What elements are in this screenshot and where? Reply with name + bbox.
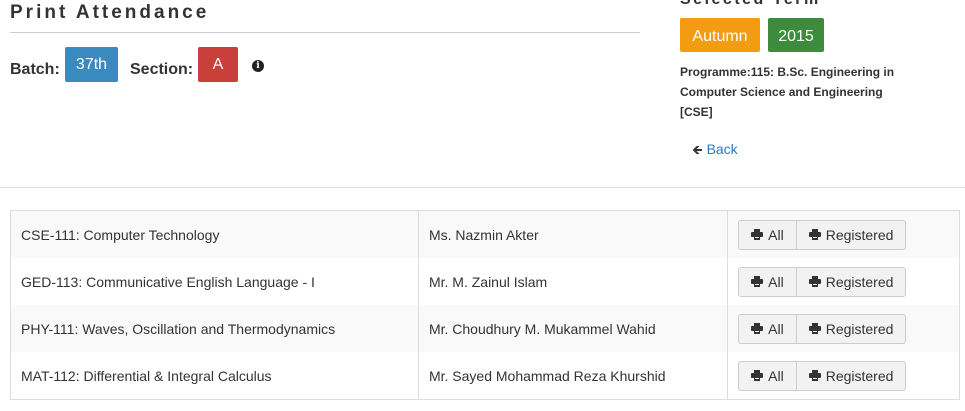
print-actions: All Registered: [727, 352, 960, 400]
print-icon: [808, 368, 826, 384]
batch-label: Batch:: [10, 61, 60, 78]
table-row: CSE-111: Computer Technology Ms. Nazmin A…: [10, 210, 960, 258]
print-icon: [751, 321, 768, 337]
section-label: Section:: [130, 61, 194, 78]
print-all-label: All: [768, 226, 784, 243]
course-table: CSE-111: Computer Technology Ms. Nazmin A…: [10, 210, 960, 400]
course-name: GED-113: Communicative English Language …: [10, 258, 419, 305]
print-icon: [808, 274, 826, 290]
print-icon: [808, 227, 826, 243]
print-registered-label: Registered: [825, 367, 894, 384]
print-button-group: All Registered: [738, 360, 907, 391]
course-name: CSE-111: Computer Technology: [10, 210, 419, 258]
print-all-label: All: [768, 367, 784, 384]
arrow-left-icon: 🡸: [692, 142, 703, 157]
table-row: PHY-111: Waves, Oscillation and Thermody…: [10, 305, 960, 352]
print-button-group: All Registered: [738, 266, 907, 297]
print-icon: [751, 274, 768, 290]
print-all-label: All: [768, 273, 784, 290]
print-registered-label: Registered: [825, 320, 894, 337]
course-name: MAT-112: Differential & Integral Calculu…: [10, 352, 419, 400]
batch-badge: 37th: [65, 47, 118, 82]
teacher-name: Ms. Nazmin Akter: [418, 210, 729, 258]
print-icon: [751, 227, 768, 243]
teacher-name: Mr. Sayed Mohammad Reza Khurshid: [418, 352, 729, 400]
teacher-name: Mr. Choudhury M. Mukammel Wahid: [418, 305, 729, 352]
term-season-badge: Autumn: [680, 18, 760, 52]
print-registered-label: Registered: [825, 226, 894, 243]
course-name: PHY-111: Waves, Oscillation and Thermody…: [10, 305, 419, 352]
back-link[interactable]: 🡸 Back: [692, 141, 738, 163]
print-all-button[interactable]: All: [738, 360, 797, 391]
print-icon: [808, 321, 826, 337]
teacher-name: Mr. M. Zainul Islam: [418, 258, 729, 305]
print-icon: [751, 368, 768, 384]
print-all-button[interactable]: All: [738, 219, 797, 250]
print-actions: All Registered: [727, 210, 960, 258]
table-row: GED-113: Communicative English Language …: [10, 258, 960, 305]
section-divider: [0, 187, 965, 188]
print-all-button[interactable]: All: [738, 313, 797, 344]
print-button-group: All Registered: [738, 313, 907, 344]
print-registered-button[interactable]: Registered: [796, 313, 907, 344]
print-registered-button[interactable]: Registered: [796, 266, 907, 297]
title-divider: [10, 32, 640, 33]
print-actions: All Registered: [727, 305, 960, 352]
info-circle-icon[interactable]: i: [252, 60, 264, 72]
print-registered-button[interactable]: Registered: [796, 360, 907, 391]
print-button-group: All Registered: [738, 219, 907, 250]
print-actions: All Registered: [727, 258, 960, 305]
term-year-badge: 2015: [768, 18, 824, 52]
print-all-button[interactable]: All: [738, 266, 797, 297]
print-registered-button[interactable]: Registered: [796, 219, 907, 250]
back-label: Back: [706, 141, 738, 157]
print-registered-label: Registered: [825, 273, 894, 290]
page-title: Print Attendance: [10, 2, 210, 23]
print-all-label: All: [768, 320, 784, 337]
programme-text: Programme:115: B.Sc. Engineering in Comp…: [680, 65, 895, 119]
selected-term-title: Selected Term: [680, 0, 821, 9]
section-badge: A: [198, 47, 238, 82]
table-row: MAT-112: Differential & Integral Calculu…: [10, 352, 960, 400]
